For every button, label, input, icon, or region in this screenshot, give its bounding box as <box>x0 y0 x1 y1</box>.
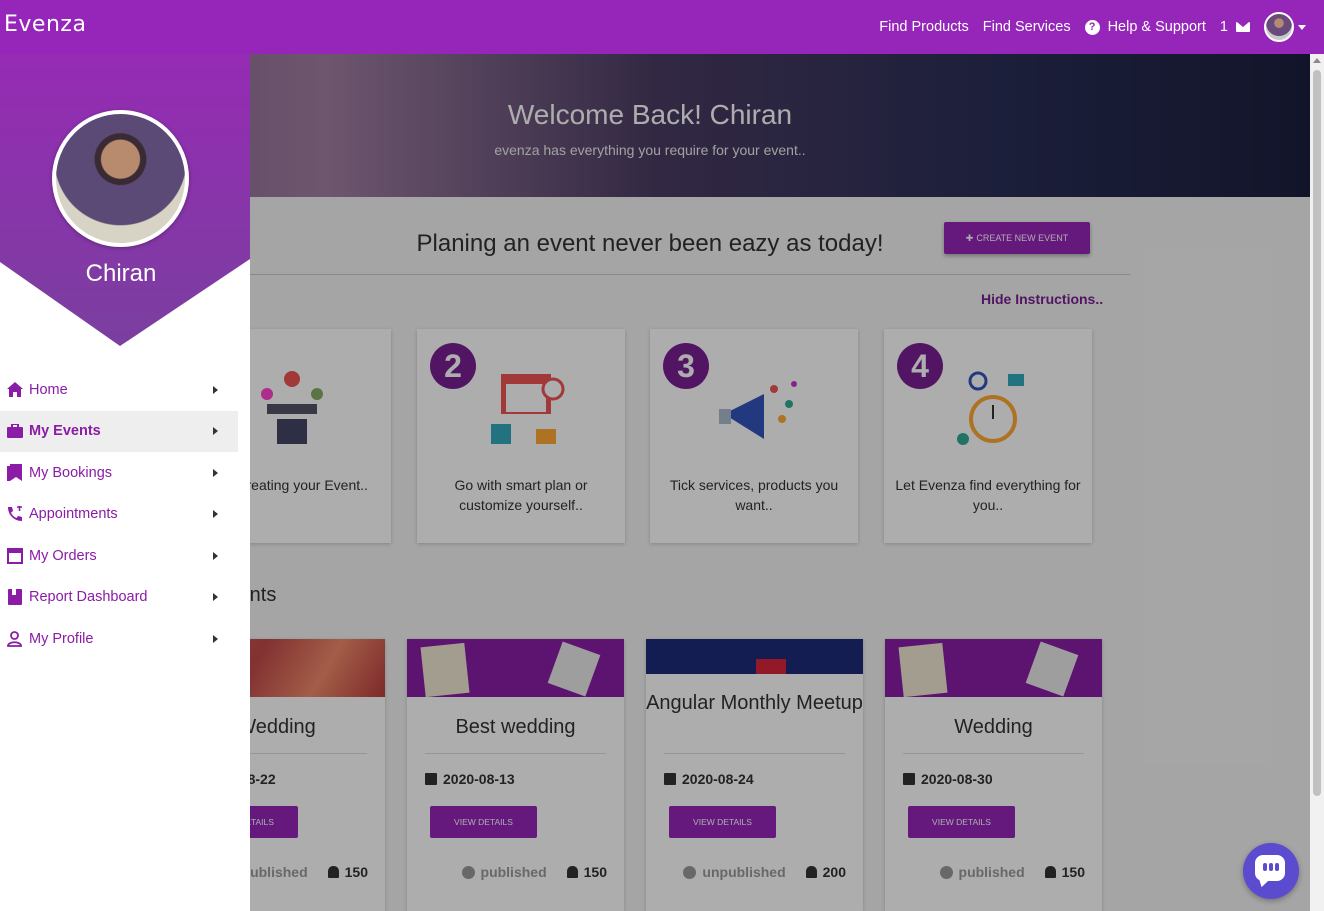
chat-bubble-icon <box>1255 855 1285 881</box>
chat-support-button[interactable] <box>1243 843 1299 899</box>
sidebar-item-label: Home <box>29 381 68 398</box>
profile-name: Chiran <box>85 260 157 287</box>
profile-header: Chiran <box>0 54 250 346</box>
messages-button[interactable]: 1 <box>1220 19 1250 35</box>
envelope-icon <box>1236 22 1250 32</box>
sidebar-item-my-orders[interactable]: My Orders <box>0 535 238 577</box>
avatar <box>1264 12 1294 42</box>
chevron-right-icon <box>213 551 218 560</box>
sidebar-item-label: My Profile <box>29 630 94 647</box>
brand-logo[interactable]: Evenza <box>4 12 86 37</box>
calendar-icon <box>6 547 23 565</box>
scroll-up-arrow[interactable] <box>1313 58 1321 63</box>
side-drawer: Chiran Home My Events My Bookings Appoin… <box>0 54 250 911</box>
sidebar-item-report-dashboard[interactable]: Report Dashboard <box>0 577 238 619</box>
book-icon <box>6 589 23 606</box>
sidebar-item-my-bookings[interactable]: My Bookings <box>0 452 238 494</box>
sidebar-item-label: My Orders <box>29 547 97 564</box>
sidebar-item-home[interactable]: Home <box>0 369 238 411</box>
chevron-right-icon <box>213 468 218 477</box>
sidebar-item-appointments[interactable]: Appointments <box>0 494 238 536</box>
sidebar-item-my-profile[interactable]: My Profile <box>0 618 238 660</box>
message-count: 1 <box>1219 19 1228 35</box>
scroll-thumb[interactable] <box>1313 70 1321 796</box>
chevron-right-icon <box>213 510 218 519</box>
briefcase-icon <box>6 423 23 440</box>
help-support-link[interactable]: ? Help & Support <box>1084 19 1206 35</box>
navbar-links: Find Products Find Services ? Help & Sup… <box>879 0 1306 54</box>
user-menu[interactable] <box>1264 12 1306 42</box>
help-support-label: Help & Support <box>1107 19 1206 35</box>
chevron-right-icon <box>213 427 218 436</box>
sidebar-item-label: Report Dashboard <box>29 589 148 606</box>
page-scrollbar[interactable] <box>1310 54 1324 911</box>
find-services-link[interactable]: Find Services <box>983 19 1071 35</box>
home-icon <box>6 381 23 398</box>
question-circle-icon: ? <box>1084 19 1100 35</box>
sidebar-item-label: Appointments <box>29 506 118 523</box>
chevron-right-icon <box>213 385 218 394</box>
phone-icon <box>6 506 23 523</box>
top-navbar: Evenza Find Products Find Services ? Hel… <box>0 0 1324 54</box>
profile-photo[interactable] <box>52 110 189 247</box>
sidebar-menu: Home My Events My Bookings Appointments … <box>0 369 238 660</box>
bookmark-icon <box>6 464 23 482</box>
sidebar-item-label: My Events <box>29 423 101 440</box>
chevron-right-icon <box>213 634 218 643</box>
chevron-right-icon <box>213 593 218 602</box>
sidebar-item-label: My Bookings <box>29 464 113 481</box>
find-products-link[interactable]: Find Products <box>879 19 968 35</box>
chevron-down-icon <box>1298 24 1306 30</box>
person-icon <box>6 630 23 647</box>
sidebar-item-my-events[interactable]: My Events <box>0 410 238 452</box>
